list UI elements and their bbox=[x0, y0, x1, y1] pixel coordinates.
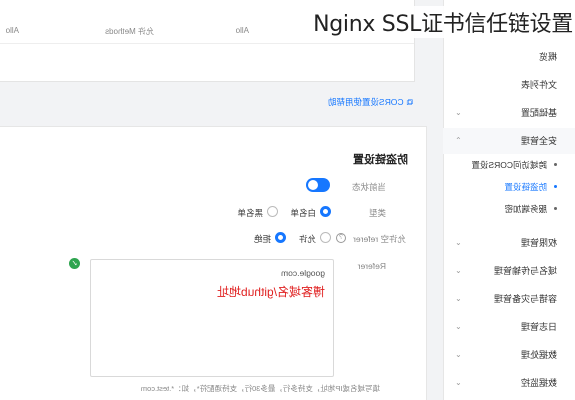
referer-label: Referer bbox=[357, 261, 386, 271]
sidebar-item-logs[interactable]: 日志管理 ⌄ bbox=[443, 314, 575, 340]
sidebar-item-basic-config[interactable]: 基础配置 ⌄ bbox=[443, 100, 575, 126]
allow-empty-radio[interactable] bbox=[320, 232, 331, 243]
chevron-down-icon: ⌄ bbox=[455, 108, 462, 117]
sidebar: 概览 文件列表 基础配置 ⌄ 安全管理 ⌃ 跨域访问CORS设置 防盗链设置 服务端… bbox=[443, 0, 575, 400]
help-icon[interactable]: ? bbox=[336, 233, 346, 243]
chevron-down-icon: ⌄ bbox=[455, 378, 462, 387]
chevron-up-icon: ⌃ bbox=[455, 136, 462, 145]
external-link-icon: ⧉ bbox=[406, 97, 413, 107]
cors-help-link[interactable]: ⧉CORS设置使用帮助 bbox=[328, 96, 413, 108]
column-header: 允许 Methods bbox=[105, 27, 154, 36]
textarea-line: google.com bbox=[281, 268, 325, 278]
whitelist-radio[interactable] bbox=[320, 206, 331, 217]
sidebar-item-overview[interactable]: 概览 bbox=[443, 44, 575, 70]
chevron-down-icon: ⌄ bbox=[455, 350, 462, 359]
annotation-text: 博客域名/github地址 bbox=[216, 285, 325, 299]
type-label: 类型 bbox=[368, 208, 386, 218]
empty-referer-label: 允许空 referer bbox=[353, 234, 406, 244]
sidebar-subitem-cors[interactable]: 跨域访问CORS设置 bbox=[443, 154, 575, 176]
column-header: Allo bbox=[5, 26, 19, 35]
section-title: 防盗链设置 bbox=[353, 154, 408, 166]
sidebar-subitem-hotlink[interactable]: 防盗链设置 bbox=[443, 176, 575, 198]
chevron-down-icon: ⌄ bbox=[455, 238, 462, 247]
check-circle-icon: ✓ bbox=[69, 258, 80, 269]
screenshot-stage: 概览 文件列表 基础配置 ⌄ 安全管理 ⌃ 跨域访问CORS设置 防盗链设置 服务端… bbox=[0, 0, 575, 400]
chevron-down-icon: ⌄ bbox=[455, 322, 462, 331]
allow-empty-label: 允许 bbox=[298, 234, 316, 244]
deny-empty-radio[interactable] bbox=[275, 232, 286, 243]
sidebar-item-permissions[interactable]: 权限管理 ⌄ bbox=[443, 230, 575, 256]
referer-hint: 填写域名或IP地址，支持多行，最多30行，支持通配符*，如：*.test.com bbox=[140, 384, 380, 393]
bullet-icon bbox=[554, 163, 557, 166]
deny-empty-label: 拒绝 bbox=[253, 234, 271, 244]
sidebar-subitem-encryption[interactable]: 服务端加密 bbox=[443, 198, 575, 220]
referer-textarea[interactable]: google.com 博客域名/github地址 bbox=[90, 259, 334, 377]
sidebar-item-data-processing[interactable]: 数据处理 ⌄ bbox=[443, 342, 575, 368]
sidebar-item-security[interactable]: 安全管理 ⌃ bbox=[443, 128, 575, 154]
sidebar-item-disaster-recovery[interactable]: 容错与灾备管理 ⌄ bbox=[443, 286, 575, 312]
mirrored-console: 概览 文件列表 基础配置 ⌄ 安全管理 ⌃ 跨域访问CORS设置 防盗链设置 服务端… bbox=[0, 0, 575, 400]
status-label: 当前状态 bbox=[351, 182, 386, 192]
bullet-icon bbox=[554, 185, 557, 188]
sidebar-item-data-monitoring[interactable]: 数据监控 ⌄ bbox=[443, 370, 575, 396]
hotlink-settings-card: 防盗链设置 当前状态 类型 白名单 黑名单 允许空 referer ? 允许 拒… bbox=[0, 126, 427, 400]
sidebar-item-domain-transfer[interactable]: 域名与传输管理 ⌄ bbox=[443, 258, 575, 284]
chevron-down-icon: ⌄ bbox=[455, 294, 462, 303]
blacklist-radio[interactable] bbox=[267, 206, 278, 217]
sidebar-item-file-list[interactable]: 文件列表 bbox=[443, 72, 575, 98]
blacklist-label: 黑名单 bbox=[237, 208, 263, 218]
whitelist-label: 白名单 bbox=[290, 208, 316, 218]
chevron-down-icon: ⌄ bbox=[455, 266, 462, 275]
bullet-icon bbox=[554, 207, 557, 210]
status-toggle[interactable] bbox=[306, 178, 330, 192]
overlay-title: Nginx SSL证书信任链设置 bbox=[307, 6, 575, 38]
column-header: Allo bbox=[235, 26, 249, 35]
